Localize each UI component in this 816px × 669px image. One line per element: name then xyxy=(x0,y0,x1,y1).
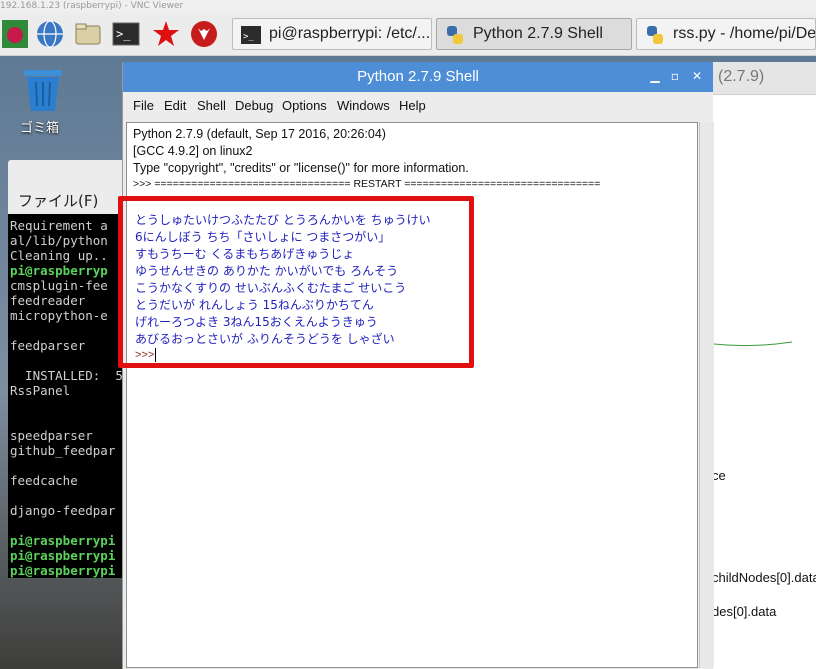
terminal-line: pi@raspberryp xyxy=(10,263,108,278)
menu-file[interactable]: File xyxy=(133,98,154,113)
terminal-line: feedreader xyxy=(10,293,86,308)
menu-edit[interactable]: Edit xyxy=(164,98,186,113)
svg-text:>_: >_ xyxy=(116,27,131,41)
vertical-scrollbar[interactable] xyxy=(699,122,714,668)
vnc-title: 192.168.1.23 (raspberrypi) - VNC Viewer xyxy=(0,0,816,12)
terminal-line: pi@raspberrypi xyxy=(10,533,116,548)
python-icon xyxy=(647,26,663,44)
terminal-line: feedcache xyxy=(10,473,78,488)
restart-line: >>> ================================ RES… xyxy=(133,178,601,190)
terminal-line: pi@raspberrypi xyxy=(10,548,116,563)
banner-line: Python 2.7.9 (default, Sep 17 2016, 20:2… xyxy=(133,127,386,141)
editor-title: (2.7.9) xyxy=(718,68,765,85)
terminal-line: Requirement a xyxy=(10,218,108,233)
browser-globe-icon[interactable] xyxy=(36,20,64,48)
window-title: Python 2.7.9 Shell xyxy=(123,62,713,92)
task-label: pi@raspberrypi: /etc/... xyxy=(269,25,431,42)
trash-icon[interactable] xyxy=(22,68,64,112)
close-button[interactable]: ✕ xyxy=(689,68,705,84)
terminal-line: al/lib/python xyxy=(10,233,108,248)
banner-line: [GCC 4.9.2] on linux2 xyxy=(133,144,253,158)
terminal-line: cmsplugin-fee xyxy=(10,278,108,293)
svg-text:>_: >_ xyxy=(243,32,254,42)
trash-label: ゴミ箱 xyxy=(20,121,60,136)
task-rss-py[interactable]: rss.py - /home/pi/De xyxy=(636,18,816,50)
file-manager-icon[interactable] xyxy=(74,20,102,48)
menu-debug[interactable]: Debug xyxy=(235,98,273,113)
editor-window-rss: (2.7.9) ce childNodes[0].data des[0].dat… xyxy=(712,62,816,669)
code-text: ce xyxy=(712,468,726,483)
task-label: rss.py - /home/pi/De xyxy=(673,25,816,42)
task-terminal[interactable]: >_ pi@raspberrypi: /etc/... xyxy=(232,18,432,50)
editor-titlebar: (2.7.9) xyxy=(712,62,816,95)
code-text: childNodes[0].data xyxy=(712,570,816,585)
menu-shell[interactable]: Shell xyxy=(197,98,226,113)
task-python-shell[interactable]: Python 2.7.9 Shell xyxy=(436,18,632,50)
menu-help[interactable]: Help xyxy=(399,98,426,113)
terminal-line: speedparser xyxy=(10,428,93,443)
code-text: des[0].data xyxy=(712,604,777,619)
terminal-line: INSTALLED: 5 xyxy=(10,368,123,383)
taskbar: >_ >_ pi@raspberrypi: /etc/... Python 2.… xyxy=(0,12,816,56)
mathematica-wolf-icon[interactable] xyxy=(190,20,218,48)
minimize-button[interactable]: ▁ xyxy=(647,68,663,84)
red-highlight-box xyxy=(118,196,474,368)
task-label: Python 2.7.9 Shell xyxy=(473,25,603,42)
menu-windows[interactable]: Windows xyxy=(337,98,390,113)
menu-bar: File Edit Shell Debug Options Windows He… xyxy=(123,92,713,120)
banner-line: Type "copyright", "credits" or "license(… xyxy=(133,161,469,175)
menu-options[interactable]: Options xyxy=(282,98,327,113)
terminal-line: pi@raspberrypi xyxy=(10,563,116,578)
text-fragment-mark xyxy=(713,341,793,347)
terminal-icon[interactable]: >_ xyxy=(112,20,140,48)
terminal-line: micropython-e xyxy=(10,308,108,323)
terminal-line: feedparser xyxy=(10,338,86,353)
file-menu[interactable]: ファイル(F) xyxy=(18,190,98,211)
python-icon xyxy=(447,26,463,44)
terminal-line: Cleaning up.. xyxy=(10,248,108,263)
terminal-line: RssPanel xyxy=(10,383,71,398)
terminal-icon: >_ xyxy=(241,26,261,44)
maximize-button[interactable]: ▫ xyxy=(667,68,683,84)
terminal-line: django-feedpar xyxy=(10,503,116,518)
terminal-line: github_feedpar xyxy=(10,443,116,458)
terminal-window[interactable]: Requirement a al/lib/python Cleaning up.. p… xyxy=(8,214,124,578)
wolfram-icon[interactable] xyxy=(152,20,180,48)
file-manager-window: ファイル(F) xyxy=(8,160,126,218)
raspberry-menu-icon[interactable] xyxy=(2,20,30,48)
